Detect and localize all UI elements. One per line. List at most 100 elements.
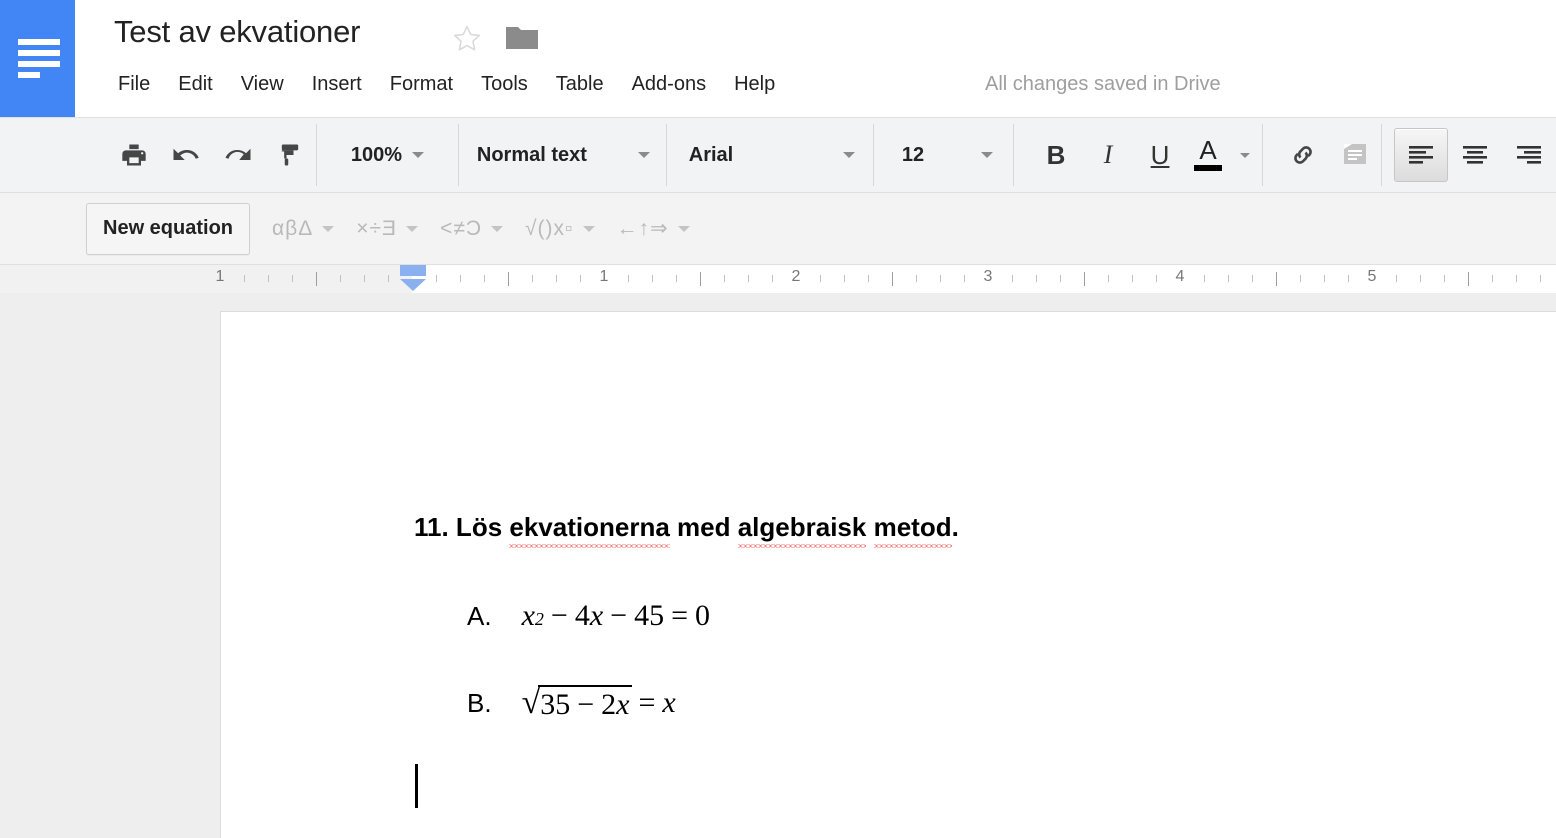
star-outline-icon[interactable]	[450, 22, 484, 56]
ruler-tick	[676, 275, 677, 282]
bold-button[interactable]: B	[1030, 129, 1082, 181]
relations-glyphs: <≠Ɔ	[440, 217, 482, 241]
alignment-group	[1382, 125, 1556, 185]
ruler-label: 4	[1176, 268, 1185, 286]
align-left-button[interactable]	[1394, 128, 1448, 182]
heading-misspelled-word-1: ekvationerna	[509, 512, 669, 543]
new-equation-button[interactable]: New equation	[86, 203, 250, 255]
chevron-down-icon	[638, 152, 650, 158]
underline-button[interactable]: U	[1134, 129, 1186, 181]
arrows-group[interactable]: ←↑⇒	[617, 216, 690, 241]
text-color-dropdown[interactable]	[1230, 153, 1262, 158]
undo-button[interactable]	[160, 129, 212, 181]
title-bar: Test av ekvationer File Edit View Insert…	[0, 0, 1556, 117]
add-comment-icon	[1340, 141, 1370, 169]
google-docs-window: Test av ekvationer File Edit View Insert…	[0, 0, 1556, 838]
paint-format-icon	[276, 141, 304, 169]
menu-item-add-ons[interactable]: Add-ons	[618, 70, 721, 99]
italic-button[interactable]: I	[1082, 129, 1134, 181]
ruler-tick	[964, 275, 965, 282]
text-color-label: A	[1199, 139, 1216, 162]
font-family-dropdown[interactable]: Arial	[667, 125, 873, 185]
eq-a-op1: −	[544, 599, 575, 633]
eq-b-rhs: x	[662, 686, 675, 720]
font-size-dropdown[interactable]: 12	[874, 125, 1013, 185]
docs-home-logo-button[interactable]	[0, 0, 75, 117]
undo-icon	[171, 140, 201, 170]
equation-toolbar: New equation αβΔ ×÷Ǝ <≠Ɔ √()x▫ ←↑⇒	[0, 193, 1556, 265]
text-format-group: B I U A	[1014, 125, 1262, 185]
document-heading: 11. Lös ekvationerna med algebraisk meto…	[414, 512, 959, 543]
menu-item-format[interactable]: Format	[376, 70, 467, 99]
eq-b-equals: =	[632, 686, 663, 720]
menu-item-view[interactable]: View	[227, 70, 298, 99]
save-status-text: All changes saved in Drive	[985, 73, 1221, 96]
menu-item-edit[interactable]: Edit	[164, 70, 226, 99]
ruler-tick	[1396, 275, 1397, 282]
paint-format-button[interactable]	[264, 129, 316, 181]
ruler-tick	[1084, 272, 1085, 286]
ruler-tick	[292, 275, 293, 282]
ruler-tick	[1036, 275, 1037, 282]
document-body[interactable]: 11. Lös ekvationerna med algebraisk meto…	[221, 312, 1556, 838]
ruler-tick	[1300, 275, 1301, 282]
toolbar-actions-group	[0, 125, 316, 185]
paragraph-style-dropdown[interactable]: Normal text	[459, 125, 666, 185]
ruler-tick	[436, 275, 437, 282]
paragraph-style-value: Normal text	[477, 144, 587, 167]
menu-item-file[interactable]: File	[110, 70, 164, 99]
zoom-value: 100%	[351, 144, 402, 167]
greek-letters-group[interactable]: αβΔ	[272, 217, 334, 241]
heading-mid: med	[670, 512, 738, 542]
redo-icon	[223, 140, 253, 170]
ruler-tick	[1540, 275, 1541, 282]
document-ruler[interactable]: 1123456	[0, 265, 1556, 293]
document-title[interactable]: Test av ekvationer	[114, 14, 360, 50]
text-cursor	[415, 764, 418, 808]
align-right-button[interactable]	[1502, 128, 1556, 182]
math-operations-group[interactable]: ×÷Ǝ	[356, 217, 418, 241]
redo-button[interactable]	[212, 129, 264, 181]
ruler-label: 2	[792, 268, 801, 286]
folder-icon[interactable]	[505, 24, 539, 52]
equation-label-a: A.	[467, 601, 492, 632]
ruler-tick	[1156, 275, 1157, 282]
add-comment-button[interactable]	[1329, 129, 1381, 181]
ruler-label: 3	[984, 268, 993, 286]
insert-link-button[interactable]	[1277, 129, 1329, 181]
ruler-tick	[652, 275, 653, 282]
ruler-tick	[1204, 275, 1205, 282]
ruler-tick	[940, 275, 941, 282]
ruler-tick	[916, 275, 917, 282]
menu-item-table[interactable]: Table	[542, 70, 618, 99]
equation-row-a[interactable]: A. x2−4x−45=0	[467, 599, 710, 633]
text-color-swatch	[1194, 165, 1222, 171]
main-toolbar: 100% Normal text Arial 12	[0, 117, 1556, 193]
eq-a-rhs: 0	[695, 599, 710, 633]
math-operators-group[interactable]: √()x▫	[525, 217, 594, 241]
font-size-value: 12	[902, 144, 924, 167]
relations-group[interactable]: <≠Ɔ	[440, 217, 503, 241]
align-center-button[interactable]	[1448, 128, 1502, 182]
chevron-down-icon	[322, 226, 334, 232]
left-indent-marker[interactable]	[400, 265, 426, 293]
menu-item-tools[interactable]: Tools	[467, 70, 542, 99]
document-page[interactable]: 11. Lös ekvationerna med algebraisk meto…	[220, 311, 1556, 838]
menu-item-insert[interactable]: Insert	[298, 70, 376, 99]
equation-row-b[interactable]: B. √ 35−2x =x	[467, 685, 676, 722]
align-left-icon	[1407, 144, 1435, 166]
chevron-down-icon	[406, 226, 418, 232]
zoom-dropdown[interactable]: 100%	[317, 125, 458, 185]
ruler-tick	[1012, 275, 1013, 282]
menu-bar: File Edit View Insert Format Tools Table…	[110, 70, 789, 99]
eq-b-var: x	[616, 688, 629, 721]
eq-a-const: 45	[634, 599, 664, 633]
chevron-down-icon	[412, 152, 424, 158]
menu-item-help[interactable]: Help	[720, 70, 789, 99]
ruler-tick	[1420, 275, 1421, 282]
print-button[interactable]	[108, 129, 160, 181]
heading-suffix: .	[952, 512, 959, 542]
arrows-glyphs: ←↑⇒	[617, 216, 669, 241]
ruler-tick	[1468, 272, 1469, 286]
text-color-button[interactable]: A	[1186, 129, 1230, 181]
